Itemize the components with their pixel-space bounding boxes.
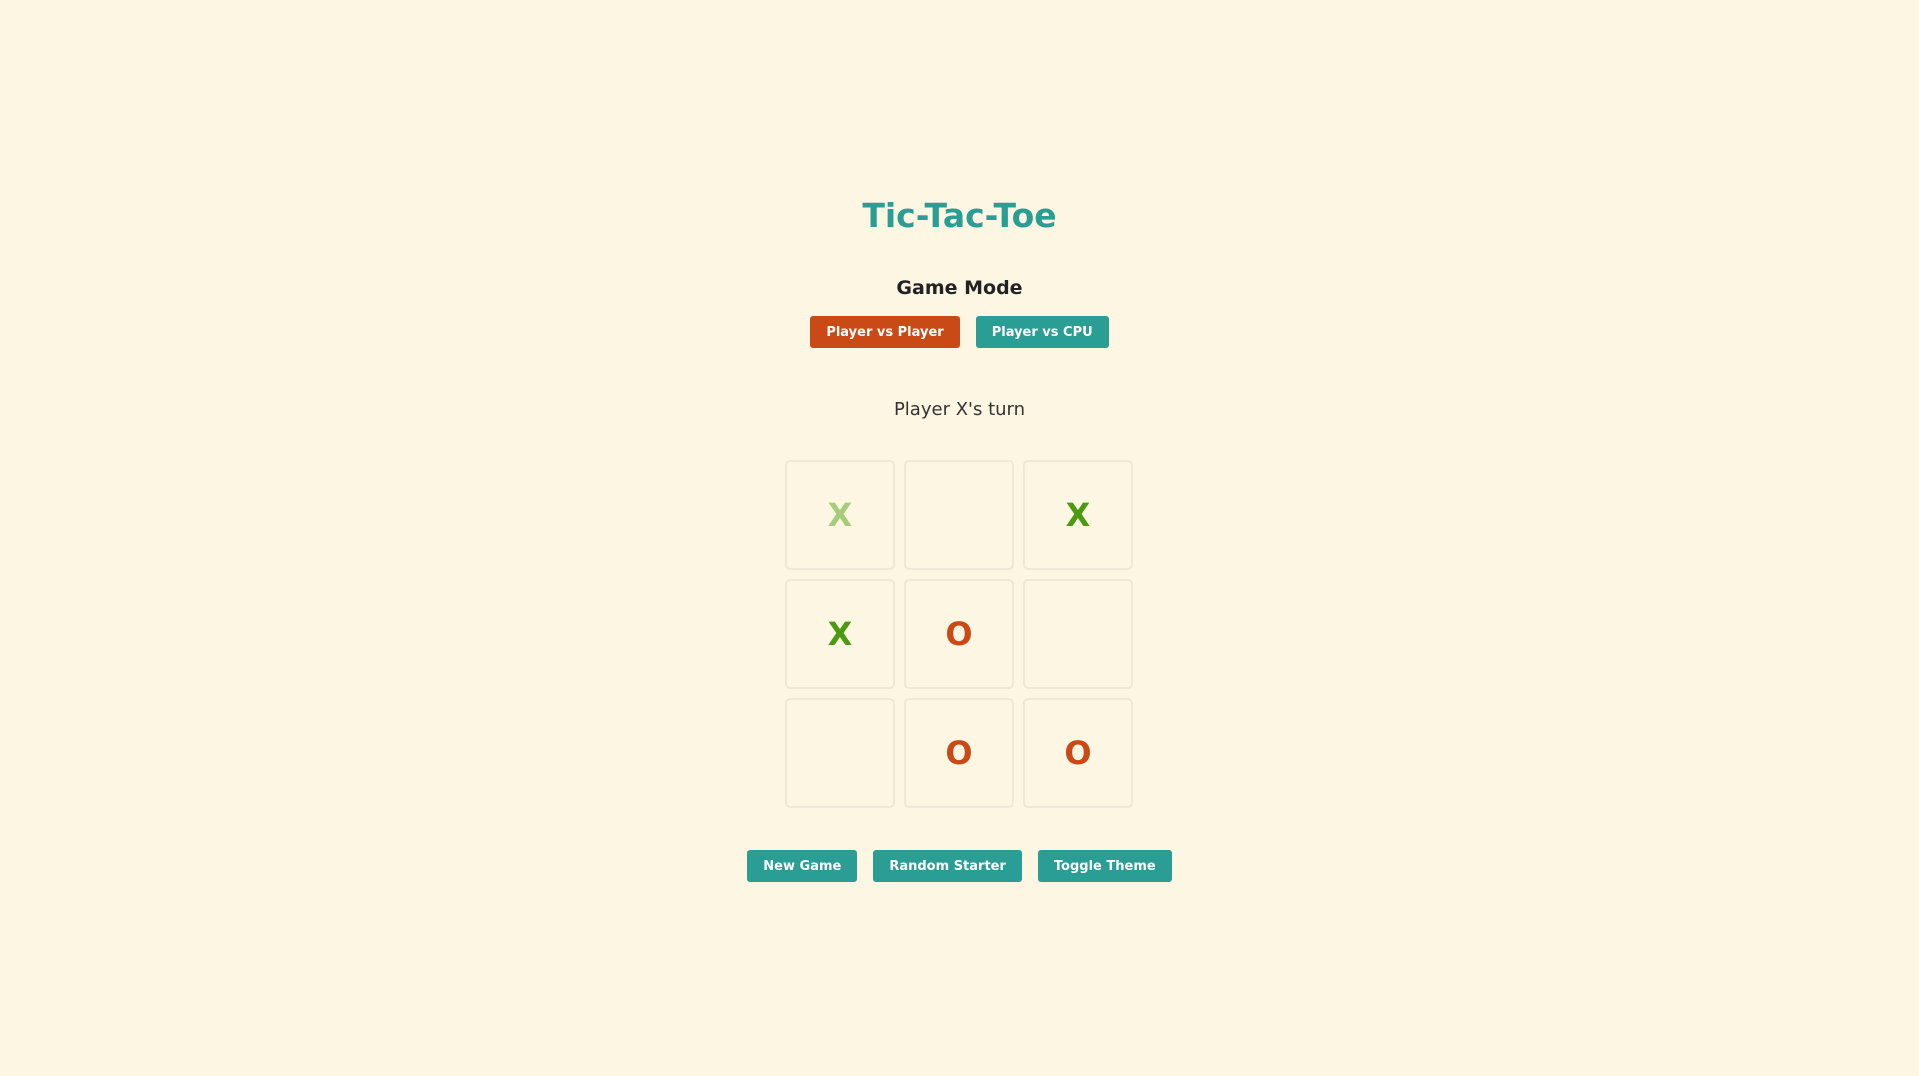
new-game-button[interactable]: New Game — [747, 850, 858, 882]
game-board: X X X O O O — [785, 460, 1135, 810]
game-controls: New Game Random Starter Toggle Theme — [0, 850, 1919, 882]
toggle-theme-button[interactable]: Toggle Theme — [1037, 850, 1172, 882]
board-cell-8[interactable]: O — [904, 698, 1014, 808]
player-vs-player-button[interactable]: Player vs Player — [810, 316, 960, 348]
board-cell-9[interactable]: O — [1023, 698, 1133, 808]
player-vs-cpu-button[interactable]: Player vs CPU — [975, 316, 1109, 348]
board-cell-6[interactable] — [1023, 579, 1133, 689]
board-cell-7[interactable] — [785, 698, 895, 808]
board-cell-2[interactable] — [904, 460, 1014, 570]
board-cell-3[interactable]: X — [1023, 460, 1133, 570]
board-cell-1[interactable]: X — [785, 460, 895, 570]
game-mode-selector: Player vs Player Player vs CPU — [0, 316, 1919, 348]
turn-status: Player X's turn — [893, 399, 1026, 420]
game-page: Tic-Tac-Toe Game Mode Player vs Player P… — [0, 0, 1919, 1076]
random-starter-button[interactable]: Random Starter — [873, 850, 1022, 882]
page-title: Tic-Tac-Toe — [862, 196, 1057, 235]
board-cell-5[interactable]: O — [904, 579, 1014, 689]
board-cell-4[interactable]: X — [785, 579, 895, 689]
game-mode-label: Game Mode — [896, 277, 1023, 299]
